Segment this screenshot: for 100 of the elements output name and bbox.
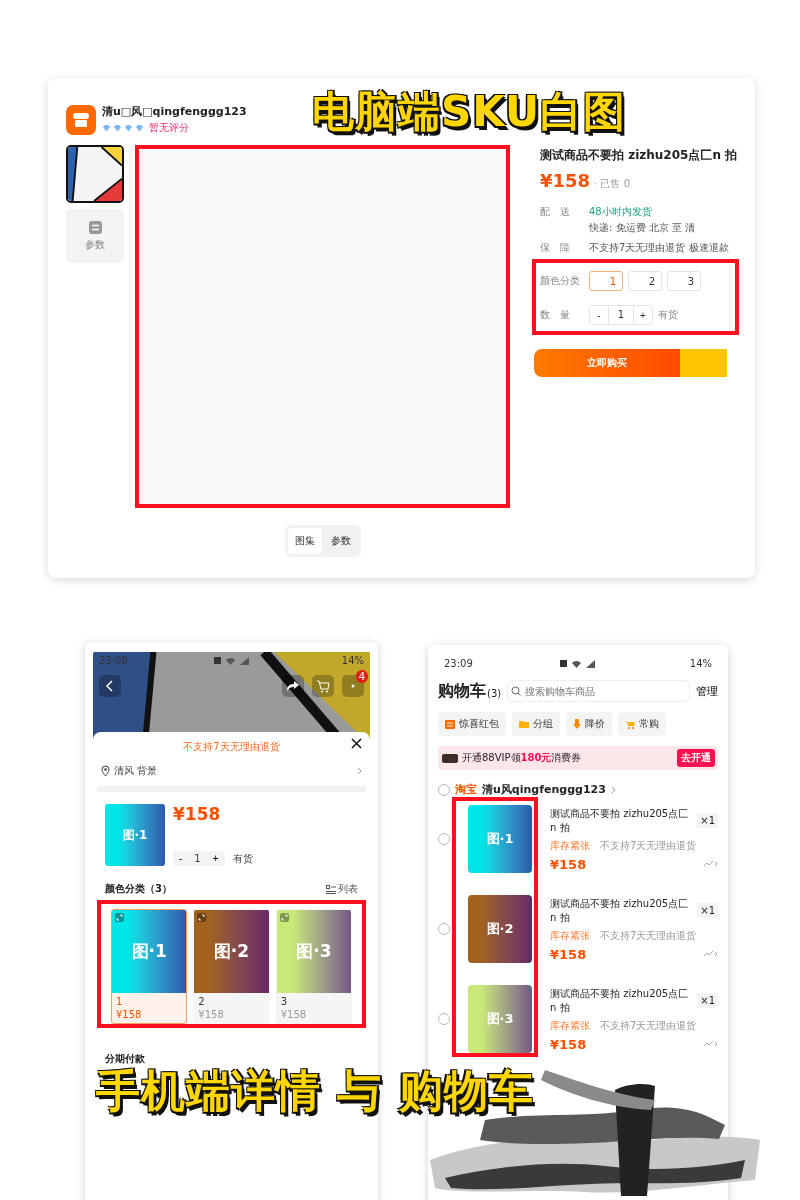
status-time: 23:08 <box>99 655 128 666</box>
expand-icon <box>197 913 207 922</box>
price: ¥158 <box>550 856 587 872</box>
section-title: 颜色分类（3） <box>105 882 172 896</box>
platform-label: 淘宝 <box>455 782 477 797</box>
sliders-icon <box>88 220 102 234</box>
select-checkbox[interactable] <box>438 1013 450 1025</box>
stock-status: 库存紧张 <box>550 838 590 853</box>
activate-button[interactable]: 去开通 <box>677 749 715 767</box>
stock-status: 库存紧张 <box>550 928 590 943</box>
list-icon <box>326 884 336 894</box>
product-image: 图·1 <box>468 805 532 873</box>
field-label: 配 送 <box>540 205 571 219</box>
product-image: 图·1 <box>105 804 165 866</box>
cart-icon <box>625 719 635 729</box>
battery-level: 14% <box>689 658 712 669</box>
caption: 电脑端SKU白图 <box>312 86 627 138</box>
filter-chip[interactable]: 惊喜红包 <box>438 712 506 736</box>
down-arrow-icon <box>573 719 581 729</box>
search-field[interactable]: 搜索购物车商品 <box>507 680 690 702</box>
guarantee-text: 不支持7天无理由退货 极速退款 <box>589 241 729 255</box>
option-price: ¥158 <box>279 1008 308 1020</box>
filter-chip[interactable]: 常购 <box>618 712 666 736</box>
price: ¥158 <box>540 170 591 191</box>
stock-status: 库存紧张 <box>550 1018 590 1033</box>
expand-icon <box>279 913 289 922</box>
product-title[interactable]: 测试商品不要拍 zizhu205点匚n 拍 <box>550 896 694 925</box>
product-title[interactable]: 测试商品不要拍 zizhu205点匚n 拍 <box>550 806 694 835</box>
stock-status: 有货 <box>658 308 678 322</box>
image-label: 图·3 <box>296 940 332 963</box>
product-image: 图·3 <box>468 985 532 1053</box>
select-checkbox[interactable] <box>438 833 450 845</box>
quantity-value[interactable]: 1 <box>188 851 207 866</box>
shop-name[interactable]: 清u风qingfenggg123 <box>482 782 606 797</box>
price: ¥158 <box>550 946 587 962</box>
price-trend-icon[interactable] <box>704 1040 718 1048</box>
vip-promo-text: 开通88VIP领180元消费券 <box>462 751 583 765</box>
select-checkbox[interactable] <box>438 923 450 935</box>
sku-option[interactable]: 3 <box>667 271 701 291</box>
quantity-value[interactable]: ×1 <box>697 993 718 1008</box>
policy-text: 不支持7天无理由退货 <box>600 1018 697 1033</box>
shop-rating: 暂无评分 <box>149 121 189 135</box>
close-icon[interactable] <box>351 738 362 749</box>
image-label: 图·1 <box>131 940 167 963</box>
select-checkbox[interactable] <box>438 783 450 796</box>
policy-text: 不支持7天无理由退货 <box>600 928 697 943</box>
product-title[interactable]: 测试商品不要拍 zizhu205点匚n 拍 <box>550 986 694 1015</box>
price: ¥158 <box>173 804 222 824</box>
item-count: (3) <box>487 687 502 699</box>
cart-icon <box>316 679 330 693</box>
battery-level: 14% <box>341 655 364 666</box>
filter-chip[interactable]: 降价 <box>566 712 612 736</box>
share-button[interactable] <box>282 675 304 697</box>
sku-option[interactable]: 图·2 2 ¥158 <box>193 909 270 1024</box>
vip-badge-icon <box>442 753 458 763</box>
option-name: 1 <box>115 995 124 1007</box>
sold-count: · 已售 0 <box>594 177 630 191</box>
thumbnail[interactable] <box>66 145 124 203</box>
back-button[interactable] <box>99 675 121 697</box>
field-label: 颜色分类 <box>540 274 581 288</box>
chevron-icon <box>610 785 616 794</box>
page-title: 购物车 <box>438 680 486 702</box>
field-label: 保 障 <box>540 241 571 255</box>
folder-icon <box>519 720 529 728</box>
expand-icon <box>115 913 124 922</box>
quantity-value[interactable]: ×1 <box>697 813 718 828</box>
shop-name[interactable]: 清u□风□qingfenggg123 <box>102 104 247 119</box>
notice-text: 不支持7天无理由退货 <box>182 740 281 754</box>
manage-button[interactable]: 管理 <box>696 683 718 699</box>
coupon-icon <box>445 719 455 729</box>
delivery-address[interactable]: 清风 背景 <box>114 764 353 778</box>
status-time: 23:09 <box>444 658 473 669</box>
price: ¥158 <box>550 1036 587 1052</box>
search-icon <box>511 686 522 696</box>
filter-chip[interactable]: 分组 <box>512 712 560 736</box>
option-price: ¥158 <box>197 1008 225 1020</box>
increase-button[interactable]: + <box>206 851 225 866</box>
option-name: 2 <box>197 995 206 1007</box>
quantity-value[interactable]: ×1 <box>697 903 718 918</box>
product-title: 测试商品不要拍 zizhu205点匚n 拍 <box>540 147 739 164</box>
caption: 手机端详情 与 购物车 <box>96 1064 534 1118</box>
option-name: 3 <box>279 995 289 1007</box>
shipping-time: 48小时内发货 <box>589 205 652 219</box>
share-icon <box>286 680 300 692</box>
price-trend-icon[interactable] <box>704 950 718 958</box>
decrease-button[interactable]: - <box>173 851 189 866</box>
gallery-tab[interactable]: 参数 <box>323 528 358 554</box>
option-price: ¥158 <box>115 1008 143 1020</box>
shipping-info: 快递: 免运费 北京 至 清 <box>589 221 696 235</box>
stock-status: 有货 <box>232 851 253 866</box>
location-pin-icon <box>101 765 110 777</box>
gallery-tab[interactable]: 图集 <box>287 528 322 554</box>
cart-button[interactable] <box>312 675 334 697</box>
price-trend-icon[interactable] <box>704 860 718 868</box>
list-view-toggle[interactable]: 列表 <box>326 882 358 896</box>
sku-option[interactable]: 2 <box>628 271 662 291</box>
policy-text: 不支持7天无理由退货 <box>600 838 697 853</box>
sku-option[interactable]: 图·3 3 ¥158 <box>275 909 352 1024</box>
product-image: 图·2 <box>468 895 532 963</box>
dot-icon <box>351 684 355 688</box>
